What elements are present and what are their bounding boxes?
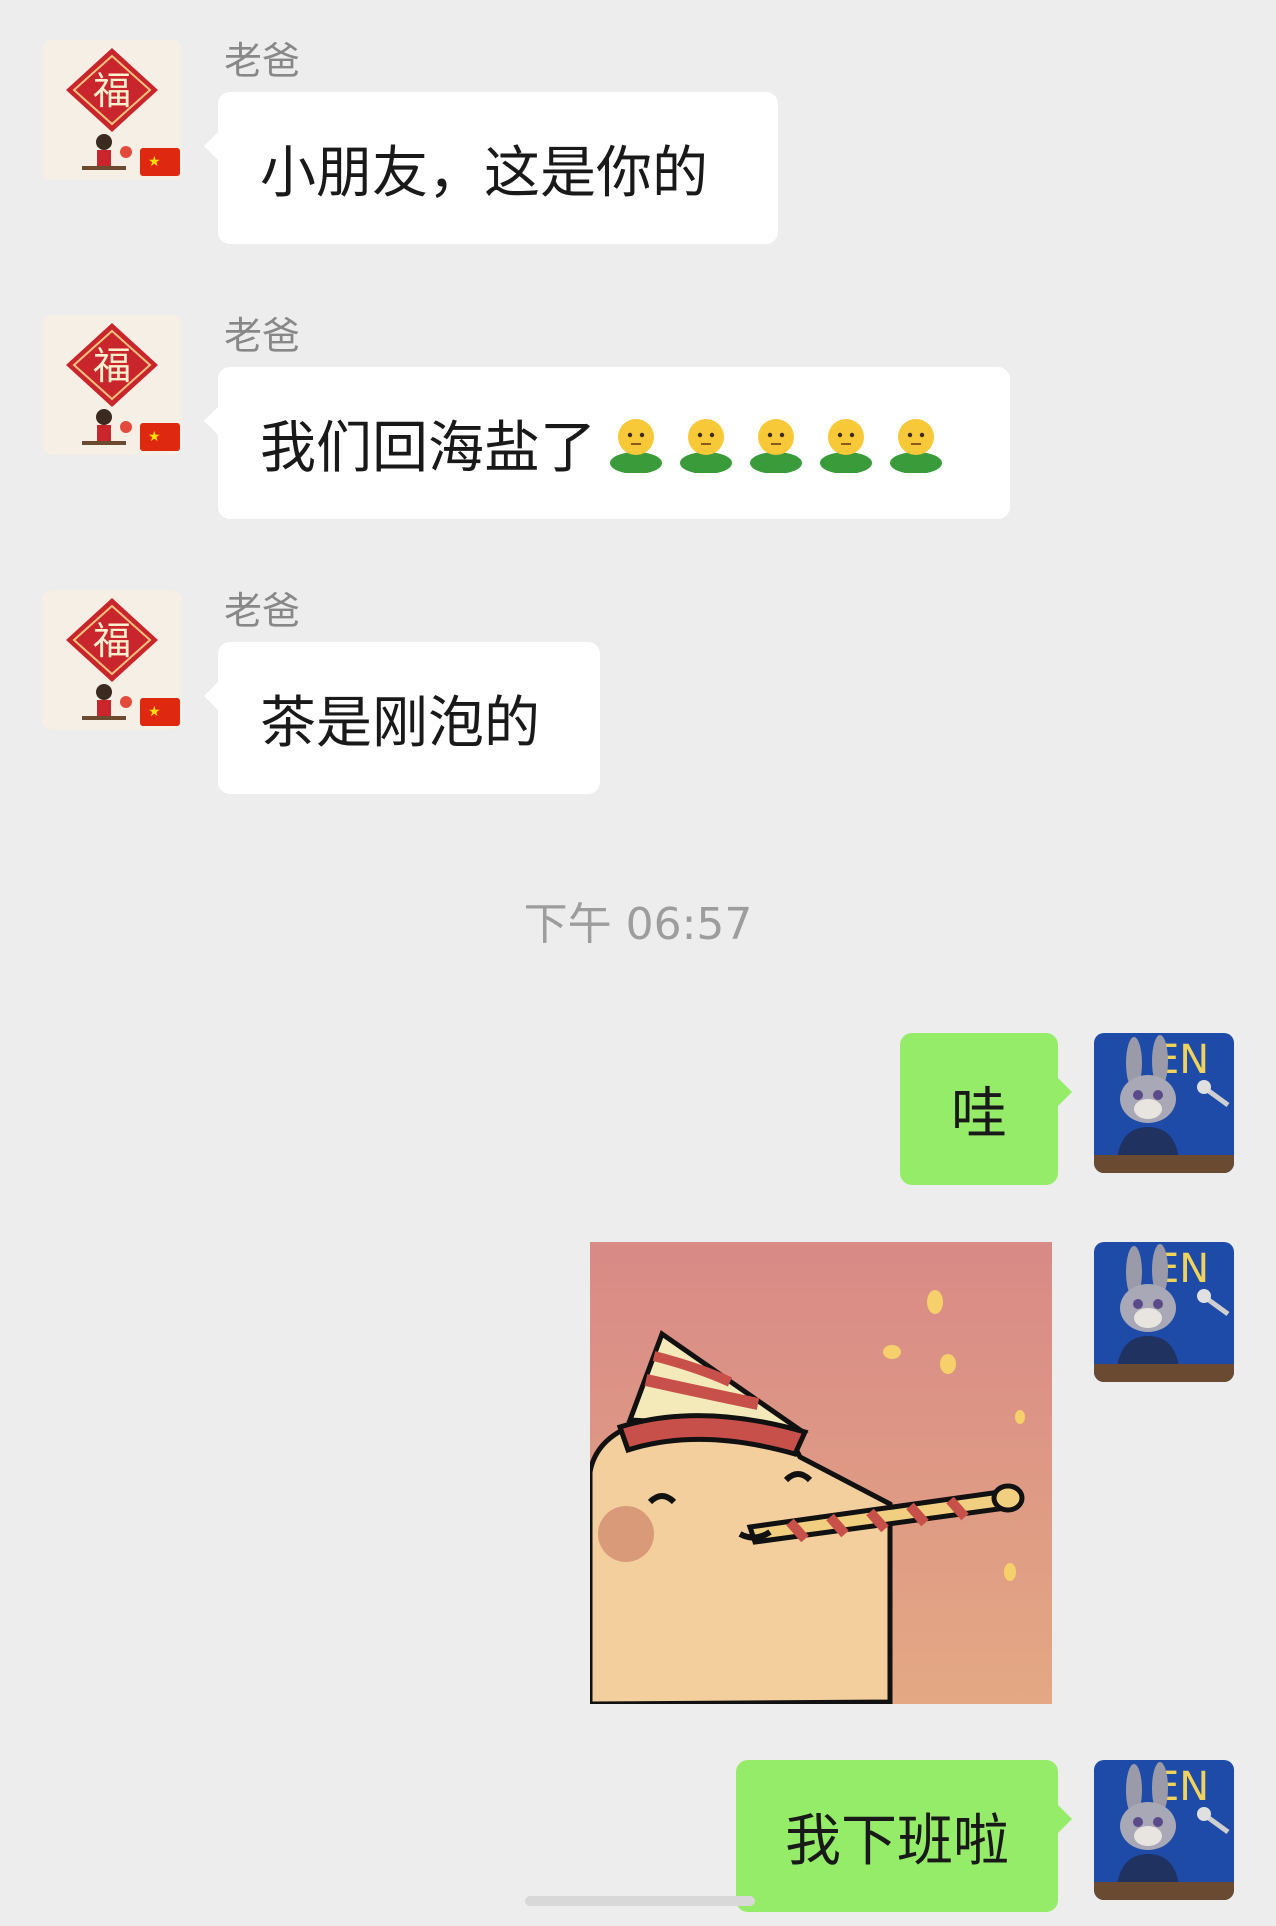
sender-avatar[interactable]: 福 ★ [42, 590, 182, 730]
emoji-group [606, 413, 946, 473]
svg-text:★: ★ [148, 429, 161, 445]
message-text: 哇 [951, 1081, 1007, 1147]
svg-text:福: 福 [93, 619, 131, 663]
person-in-green-shirt-emoji [676, 413, 736, 473]
message-bubble-incoming[interactable]: 茶是刚泡的 [204, 642, 600, 794]
svg-text:福: 福 [93, 344, 131, 388]
home-indicator[interactable] [525, 1896, 755, 1906]
svg-text:★: ★ [148, 154, 161, 170]
message-text: 我们回海盐了 [260, 415, 596, 481]
party-bear-sticker[interactable] [590, 1242, 1052, 1704]
sender-name: 老爸 [224, 314, 301, 358]
sender-name: 老爸 [224, 589, 301, 633]
svg-text:福: 福 [93, 69, 131, 113]
message-bubble-incoming[interactable]: 小朋友，这是你的 [204, 92, 778, 244]
sender-avatar[interactable]: 福 ★ [42, 315, 182, 455]
sender-name: 老爸 [224, 39, 301, 83]
message-text: 茶是刚泡的 [260, 690, 540, 756]
my-avatar[interactable]: EN [1094, 1033, 1234, 1173]
message-bubble-incoming[interactable]: 我们回海盐了 [204, 367, 1010, 519]
person-in-green-shirt-emoji [606, 413, 666, 473]
fu-new-year-avatar-icon: 福 ★ [42, 590, 182, 730]
rabbit-officer-avatar-icon: EN [1094, 1242, 1234, 1382]
fu-new-year-avatar-icon: 福 ★ [42, 40, 182, 180]
message-bubble-outgoing[interactable]: 哇 [900, 1033, 1072, 1185]
my-avatar[interactable]: EN [1094, 1760, 1234, 1900]
person-in-green-shirt-emoji [746, 413, 806, 473]
svg-text:★: ★ [148, 704, 161, 720]
my-avatar[interactable]: EN [1094, 1242, 1234, 1382]
person-in-green-shirt-emoji [886, 413, 946, 473]
timestamp: 下午 06:57 [523, 899, 753, 950]
fu-new-year-avatar-icon: 福 ★ [42, 315, 182, 455]
rabbit-officer-avatar-icon: EN [1094, 1033, 1234, 1173]
message-text: 我下班啦 [785, 1808, 1009, 1874]
message-bubble-outgoing[interactable]: 我下班啦 [736, 1760, 1072, 1912]
rabbit-officer-avatar-icon: EN [1094, 1760, 1234, 1900]
sender-avatar[interactable]: 福 ★ [42, 40, 182, 180]
person-in-green-shirt-emoji [816, 413, 876, 473]
message-text: 小朋友，这是你的 [260, 140, 708, 206]
